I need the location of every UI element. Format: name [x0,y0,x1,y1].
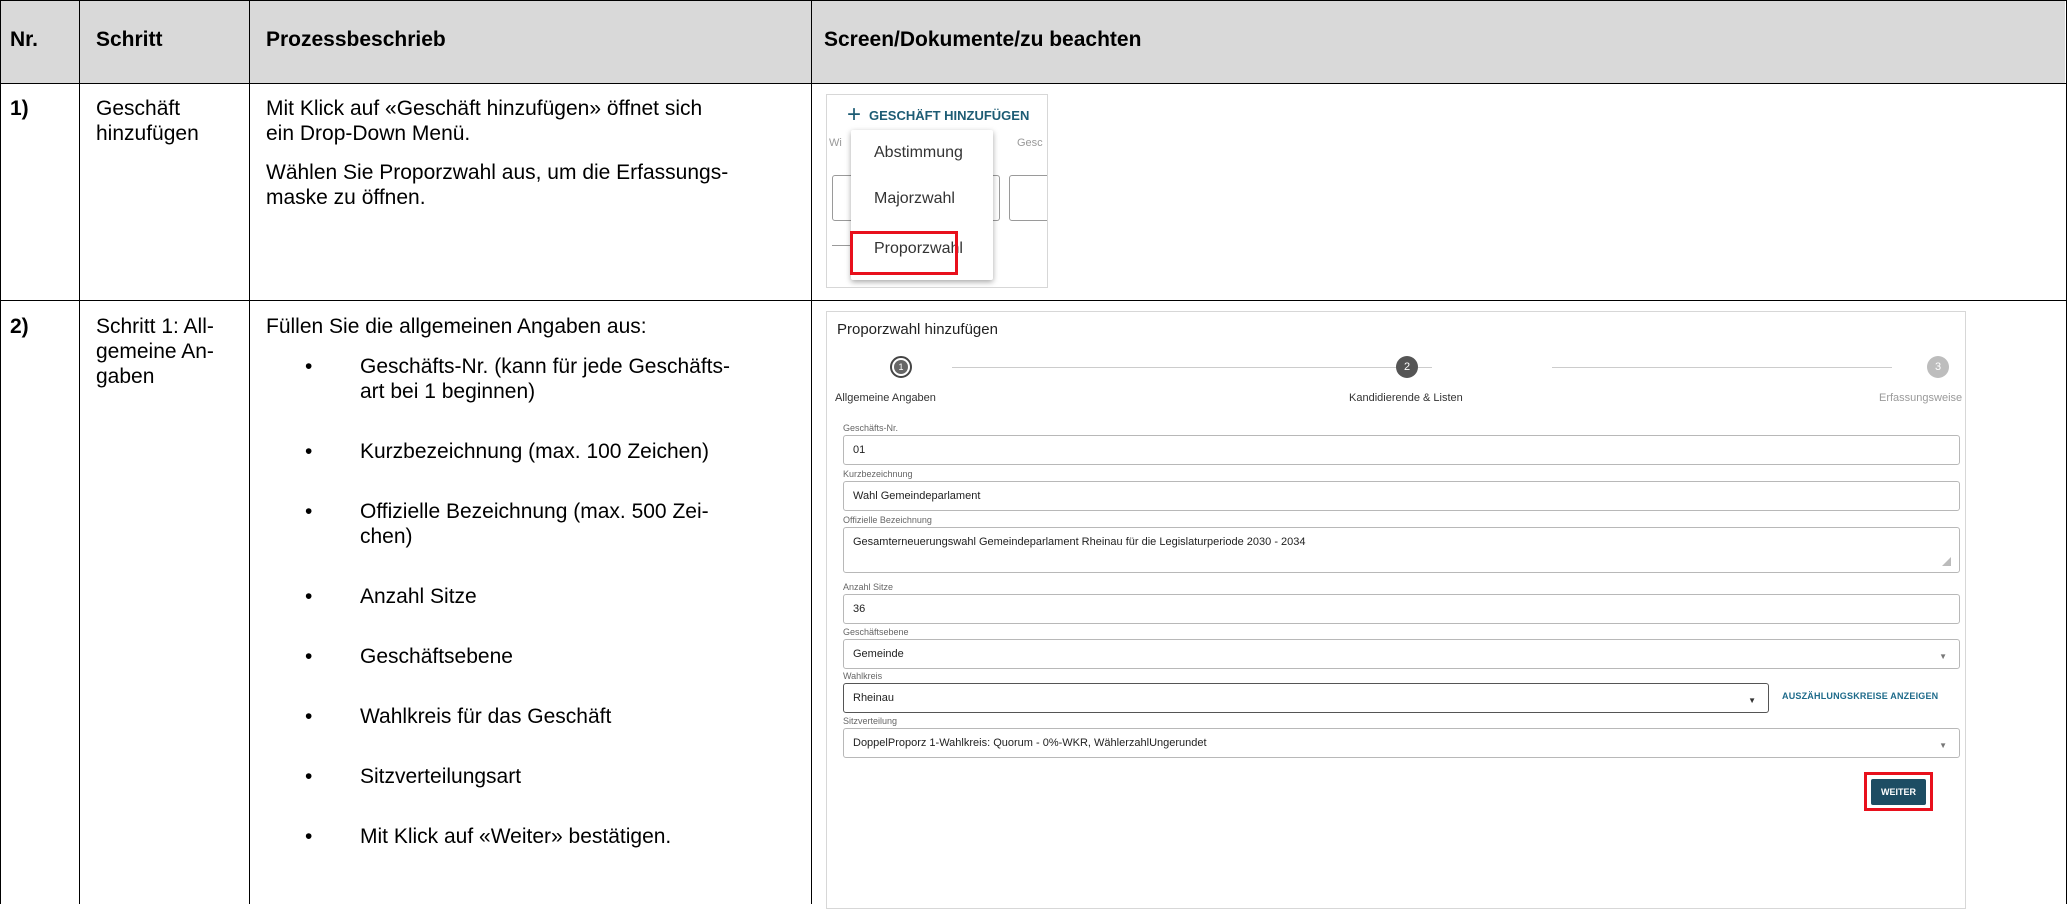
row2-schritt: Schritt 1: All- gemeine An- gaben [96,315,214,388]
row2-intro: Füllen Sie die allgemeinen Angaben aus: [266,315,647,338]
geschaeftsebene-select[interactable]: Gemeinde ▼ [843,639,1960,669]
list-item: Sitzverteilungsart [305,764,805,789]
row2-bullet-list: Geschäfts-Nr. (kann für jede Geschäfts-a… [305,354,805,884]
list-item: Wahlkreis für das Geschäft [305,704,805,729]
proporzwahl-form-screenshot: Proporzwahl hinzufügen 1 2 3 Allgemeine … [826,311,1966,909]
row1-beschrieb: Mit Klick auf «Geschäft hinzufügen» öffn… [266,96,806,210]
proporzwahl-highlight-box [850,231,958,275]
offizielle-bezeichnung-textarea[interactable]: Gesamterneuerungswahl Gemeindeparlament … [843,527,1960,573]
add-business-button[interactable]: + GESCHÄFT HINZUFÜGEN [847,103,1029,127]
step-2-indicator[interactable]: 2 [1396,356,1418,378]
header-screen: Screen/Dokumente/zu beachten [824,28,1142,51]
column-divider [811,0,812,904]
row1-schritt: Geschäft hinzufügen [96,97,199,145]
row-divider [0,83,2067,84]
process-table: Nr. Schritt Prozessbeschrieb Screen/Doku… [0,0,2067,909]
header-prozessbeschrieb: Prozessbeschrieb [266,28,446,51]
table-border-left [0,0,1,904]
step-1-indicator[interactable]: 1 [890,356,912,378]
label-sitzverteilung: Sitzverteilung [843,716,898,726]
background-label-fragment: Gesc [1017,137,1043,149]
stepper-connector [952,367,1432,368]
column-divider [79,0,80,904]
plus-icon: + [847,101,862,128]
form-title: Proporzwahl hinzufügen [837,321,998,338]
header-schritt: Schritt [96,28,163,51]
stepper-connector [1552,367,1892,368]
label-kurzbezeichnung: Kurzbezeichnung [843,469,913,479]
list-item: Anzahl Sitze [305,584,805,609]
menu-item-abstimmung[interactable]: Abstimmung [874,144,963,162]
step-2-label: Kandidierende & Listen [1349,392,1463,404]
auszaehlungskreise-anzeigen-link[interactable]: AUSZÄHLUNGSKREISE ANZEIGEN [1782,691,1938,701]
row1-beschrieb-para2: Wählen Sie Proporzwahl aus, um die Erfas… [266,161,729,209]
weiter-highlight-box [1864,772,1933,811]
dropdown-screenshot: + GESCHÄFT HINZUFÜGEN Wi Gesc Abstimmung… [826,94,1048,288]
table-border-top [0,0,2067,1]
anzahl-sitze-input[interactable]: 36 [843,594,1960,624]
menu-item-majorzwahl[interactable]: Majorzwahl [874,190,955,208]
column-divider [249,0,250,904]
row-divider [0,300,2067,301]
row2-nr: 2) [10,315,29,338]
wahlkreis-select[interactable]: Rheinau ▼ [843,683,1769,713]
resize-handle-icon[interactable] [1942,557,1951,566]
chevron-down-icon: ▼ [1939,741,1947,750]
list-item: Kurzbezeichnung (max. 100 Zeichen) [305,439,805,464]
step-3-indicator[interactable]: 3 [1927,356,1949,378]
step-1-label: Allgemeine Angaben [835,392,936,404]
list-item: Offizielle Bezeichnung (max. 500 Zei-che… [305,499,805,549]
label-wahlkreis: Wahlkreis [843,671,883,681]
kurzbezeichnung-input[interactable]: Wahl Gemeindeparlament [843,481,1960,511]
list-item: Geschäftsebene [305,644,805,669]
row1-nr: 1) [10,97,29,120]
geschaefts-nr-input[interactable]: 01 [843,435,1960,465]
label-offizielle-bezeichnung: Offizielle Bezeichnung [843,515,932,525]
chevron-down-icon: ▼ [1748,696,1756,705]
header-nr: Nr. [10,28,39,51]
label-geschaeftsebene: Geschäftsebene [843,627,909,637]
label-anzahl-sitze: Anzahl Sitze [843,582,894,592]
background-input [1009,175,1047,221]
list-item: Geschäfts-Nr. (kann für jede Geschäfts-a… [305,354,805,404]
list-item: Mit Klick auf «Weiter» bestätigen. [305,824,805,849]
background-label-fragment: Wi [829,137,842,149]
background-divider [832,245,852,246]
row1-beschrieb-para1: Mit Klick auf «Geschäft hinzufügen» öffn… [266,97,703,145]
chevron-down-icon: ▼ [1939,652,1947,661]
step-3-label: Erfassungsweise [1879,392,1963,404]
sitzverteilung-select[interactable]: DoppelProporz 1-Wahlkreis: Quorum - 0%-W… [843,728,1960,758]
label-geschaefts-nr: Geschäfts-Nr. [843,423,899,433]
